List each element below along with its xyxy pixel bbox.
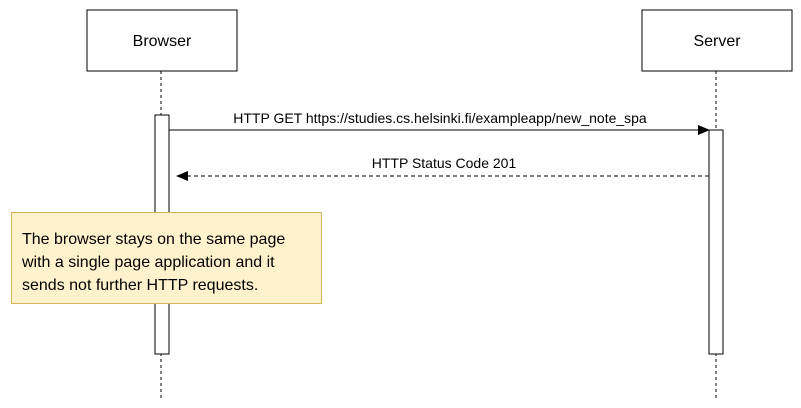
note-line: sends not further HTTP requests. xyxy=(22,277,259,294)
sequence-diagram: Browser Server HTTP GET https://studies.… xyxy=(86,9,793,398)
browser-participant: Browser xyxy=(86,9,238,72)
response-message: HTTP Status Code 201 xyxy=(176,155,709,181)
server-participant-label: Server xyxy=(693,33,741,50)
request-message: HTTP GET https://studies.cs.helsinki.fi/… xyxy=(169,110,710,135)
server-participant: Server xyxy=(641,9,793,72)
note-box: The browser stays on the same page with … xyxy=(11,212,322,304)
server-activation-bar xyxy=(708,129,724,355)
note-line: The browser stays on the same page xyxy=(22,231,286,248)
browser-participant-label: Browser xyxy=(133,33,192,50)
note-line: with a single page application and it xyxy=(22,254,275,271)
response-message-label: HTTP Status Code 201 xyxy=(372,155,517,171)
request-message-label: HTTP GET https://studies.cs.helsinki.fi/… xyxy=(233,110,647,126)
